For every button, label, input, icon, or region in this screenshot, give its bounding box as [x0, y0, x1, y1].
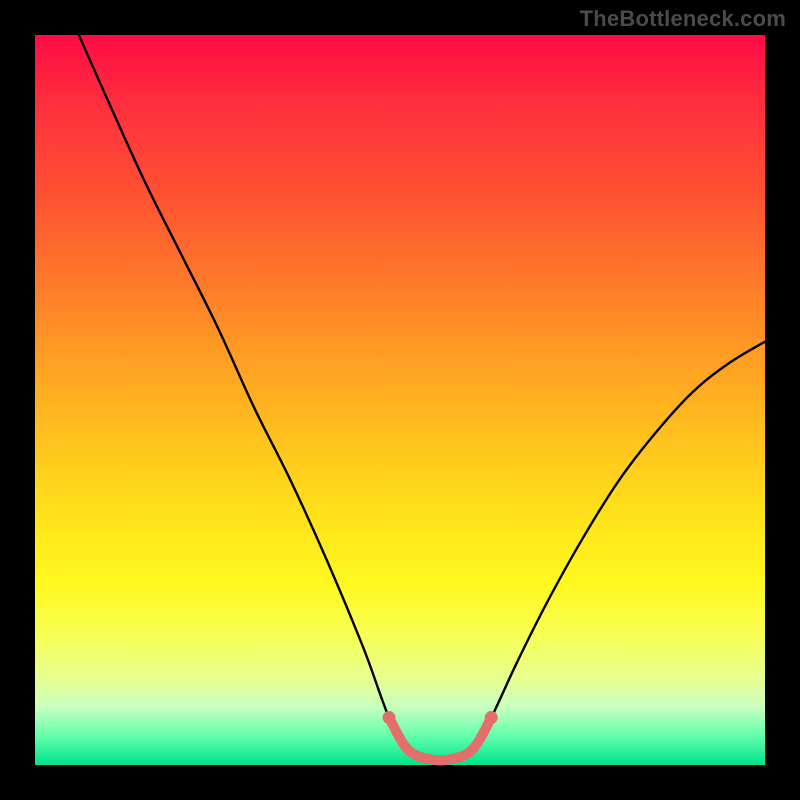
low-plateau-segment [389, 718, 491, 761]
plot-area [35, 35, 765, 765]
bottleneck-curve [79, 35, 765, 761]
watermark-label: TheBottleneck.com [580, 6, 786, 32]
low-plateau-endpoint-left [383, 711, 396, 724]
curve-svg [35, 35, 765, 765]
chart-frame: TheBottleneck.com [0, 0, 800, 800]
low-plateau-endpoint-right [485, 711, 498, 724]
